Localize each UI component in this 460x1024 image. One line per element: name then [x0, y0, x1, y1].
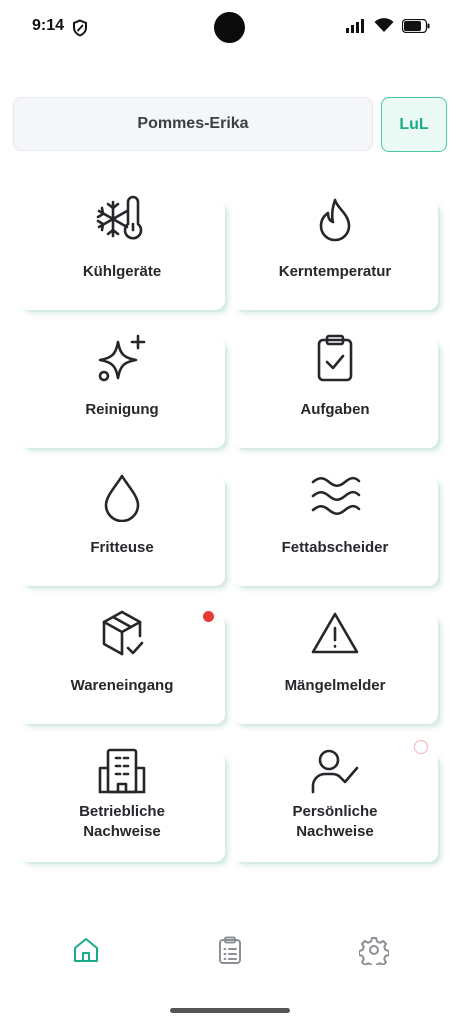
tile-label: Fritteuse — [90, 539, 154, 556]
tile-label: Kühlgeräte — [82, 263, 162, 280]
tile-label: Fettabscheider — [281, 539, 389, 556]
notification-badge-outline — [414, 740, 428, 754]
sparkles-icon — [96, 332, 148, 384]
tile-label: Reinigung — [85, 401, 159, 418]
tile-aufgaben[interactable]: Aufgaben — [232, 334, 438, 448]
clipboard-list-icon — [219, 936, 241, 964]
status-bar: 9:14 — [0, 0, 460, 56]
user-name: Pommes-Erika — [137, 115, 249, 132]
status-time: 9:14 — [32, 17, 65, 34]
bottom-navigation — [0, 925, 460, 985]
home-icon — [74, 938, 98, 962]
app-screen: 9:14 Pommes-Erika LuL Kühlgeräte Kerntem… — [0, 0, 460, 1024]
wifi-icon — [374, 18, 394, 38]
tile-label: Wareneingang — [70, 677, 174, 694]
tile-persoenliche-nachweise[interactable]: Persönliche Nachweise — [232, 740, 438, 862]
snowflake-thermometer-icon — [96, 194, 148, 246]
status-icons — [346, 18, 430, 38]
tile-fettabscheider[interactable]: Fettabscheider — [232, 476, 438, 586]
tile-label: Persönliche Nachweise — [292, 803, 378, 840]
clipboard-check-icon — [309, 332, 361, 384]
user-initials-label: LuL — [399, 115, 429, 133]
notification-badge — [203, 611, 214, 622]
user-check-icon — [309, 746, 361, 798]
nav-home[interactable] — [71, 935, 101, 965]
settings-gear-icon — [358, 937, 390, 969]
tile-wareneingang[interactable]: Wareneingang — [19, 610, 225, 724]
building-icon — [96, 746, 148, 798]
nav-settings[interactable] — [358, 935, 390, 969]
signal-icon — [346, 18, 366, 38]
tile-reinigung[interactable]: Reinigung — [19, 334, 225, 448]
package-check-icon — [96, 608, 148, 660]
tile-label: Kerntemperatur — [278, 263, 392, 280]
tile-maengelmelder[interactable]: Mängelmelder — [232, 612, 438, 724]
nav-checklists[interactable] — [215, 935, 245, 965]
waves-icon — [309, 470, 361, 522]
droplet-icon — [96, 470, 148, 523]
flame-icon — [309, 194, 361, 246]
tile-kuehlgeraete[interactable]: Kühlgeräte — [19, 195, 225, 310]
user-name-field[interactable]: Pommes-Erika — [13, 97, 373, 151]
battery-icon — [401, 18, 430, 38]
home-indicator[interactable] — [170, 1008, 290, 1013]
tile-label: Aufgaben — [300, 401, 370, 418]
warning-triangle-icon — [309, 608, 361, 660]
front-camera — [214, 12, 245, 43]
tile-betriebliche-nachweise[interactable]: Betriebliche Nachweise — [19, 748, 225, 862]
tile-kerntemperatur[interactable]: Kerntemperatur — [232, 198, 438, 310]
shield-icon — [72, 19, 88, 37]
user-initials-button[interactable]: LuL — [381, 97, 447, 152]
tile-label: Betriebliche Nachweise — [79, 803, 165, 840]
tile-label: Mängelmelder — [284, 677, 386, 694]
tile-fritteuse[interactable]: Fritteuse — [19, 474, 225, 586]
